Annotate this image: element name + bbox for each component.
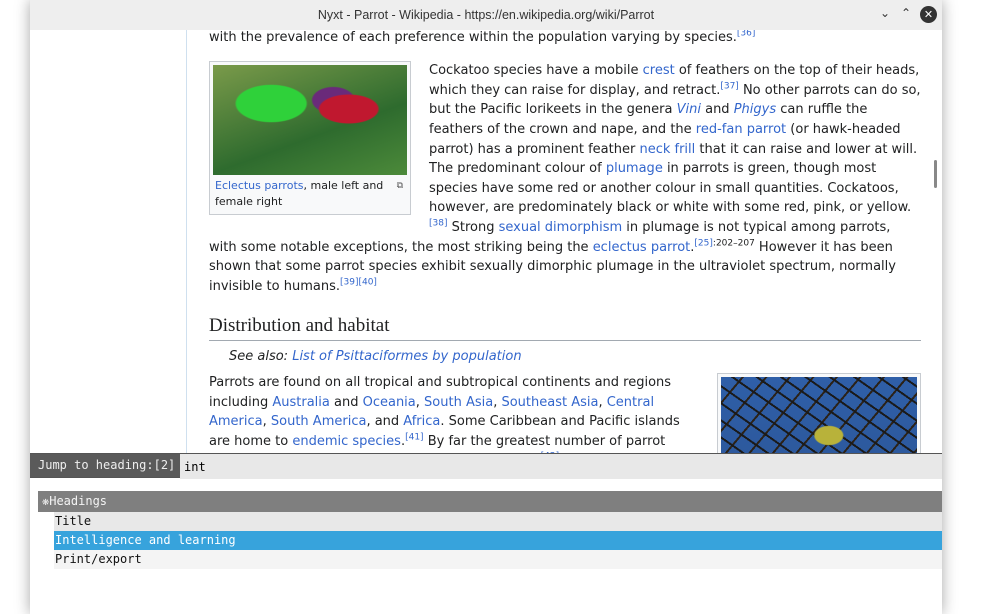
eclectus-parrots-image[interactable] [213,65,407,176]
figure-parrot-tree [717,372,921,453]
text-run: and [329,394,363,410]
citation[interactable]: [38] [429,219,447,229]
article-link[interactable]: South Asia [424,395,493,410]
text-run: , [598,394,607,410]
citation[interactable]: [25] [694,238,712,248]
source-header: ❋Headings [38,491,942,512]
source-name: Headings [49,494,108,508]
hatnote-link[interactable]: List of Psittaciformes by population [292,349,521,364]
parrot-in-tree-image[interactable] [721,376,917,453]
figure-caption: Eclectus parrots, male left and female r… [213,175,407,211]
article-link[interactable]: South America [271,414,367,429]
suggestion-list: ❋Headings Title Intelligence and learnin… [38,491,942,569]
enlarge-icon[interactable]: ⧉ [397,179,403,195]
citation[interactable]: [40] [358,277,376,287]
citation[interactable]: [41] [405,432,423,442]
article-link[interactable]: Vini [677,102,701,117]
hatnote: See also: List of Psittaciformes by popu… [209,347,921,367]
article-link[interactable]: neck frill [639,142,695,157]
suggestion-item-selected[interactable]: Intelligence and learning [54,531,942,550]
caption-link[interactable]: Eclectus parrots [215,179,304,192]
article-link[interactable]: crest [643,63,675,78]
suggestion-item[interactable]: Print/export [54,550,942,569]
minibuffer-prompt: Jump to heading:[2] [30,453,942,479]
prompt-label: Jump to heading:[2] [30,454,180,477]
browser-window: Nyxt - Parrot - Wikipedia - https://en.w… [30,0,942,614]
text-run: and [700,102,734,118]
article-link[interactable]: plumage [606,161,663,176]
text-run: Cockatoo species have a mobile [429,63,643,79]
content-divider [186,30,187,453]
citation: :202–207 [712,238,755,249]
window-title: Nyxt - Parrot - Wikipedia - https://en.w… [317,8,655,22]
text-run: , [262,414,271,430]
suggestion-item[interactable]: Title [54,512,942,531]
text-run: , [415,394,425,410]
text-run: with the prevalence of each preference w… [209,30,737,45]
article-content: with the prevalence of each preference w… [209,30,921,453]
text-run: , and [366,414,404,430]
section-heading: Distribution and habitat [209,314,921,342]
article-link[interactable]: Australia [272,395,330,410]
figure-eclectus: Eclectus parrots, male left and female r… [209,61,411,216]
close-icon[interactable]: ✕ [920,6,937,23]
web-page: with the prevalence of each preference w… [30,30,942,453]
title-bar: Nyxt - Parrot - Wikipedia - https://en.w… [30,0,942,30]
article-link[interactable]: Southeast Asia [501,395,598,410]
article-link[interactable]: sexual dimorphism [499,220,623,235]
text-run: Strong [447,219,499,235]
minimize-icon[interactable]: ⌄ [880,6,890,20]
article-link[interactable]: Oceania [363,395,416,410]
hatnote-prefix: See also: [229,349,293,365]
article-link[interactable]: eclectus parrot [593,240,691,255]
intro-paragraph-tail: with the prevalence of each preference w… [209,30,921,47]
article-link[interactable]: Phigys [734,102,776,117]
article-link[interactable]: red-fan parrot [696,122,786,137]
article-link[interactable]: endemic species [292,434,401,449]
citation[interactable]: [36] [737,30,755,38]
citation[interactable]: [39] [340,277,358,287]
article-link[interactable]: Africa [403,414,440,429]
prompt-input[interactable] [180,454,942,479]
citation[interactable]: [37] [720,81,738,91]
scrollbar-thumb[interactable] [934,160,937,188]
maximize-icon[interactable]: ⌃ [901,6,911,20]
